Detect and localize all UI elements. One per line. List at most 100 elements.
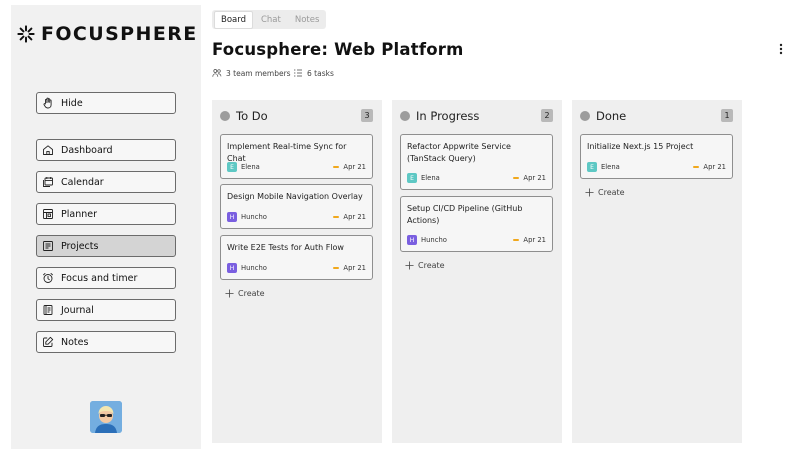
assignee-avatar: H (227, 212, 237, 222)
create-label: Create (418, 261, 445, 270)
task-footer: H Huncho Apr 21 (227, 212, 366, 222)
due-date-text: Apr 21 (523, 236, 546, 244)
due-date: Apr 21 (693, 163, 726, 171)
due-date: Apr 21 (513, 236, 546, 244)
sidebar-item-notes[interactable]: Notes (36, 331, 176, 353)
assignee-name: Huncho (421, 236, 447, 244)
task-title: Initialize Next.js 15 Project (587, 142, 694, 151)
sidebar-item-label: Planner (61, 208, 97, 220)
task-card[interactable]: Design Mobile Navigation Overlay H Hunch… (220, 184, 373, 229)
team-members-count: 3 team members (226, 68, 291, 78)
column-title: Done (596, 109, 627, 123)
column-title: To Do (236, 109, 268, 123)
assignee-avatar: H (227, 263, 237, 273)
team-icon (212, 69, 222, 77)
assignee-avatar: H (407, 235, 417, 245)
sidebar-item-focus-and-timer[interactable]: Focus and timer (36, 267, 176, 289)
task-title: Setup CI/CD Pipeline (GitHub Actions) (407, 204, 523, 225)
due-date: Apr 21 (333, 163, 366, 171)
task-title: Design Mobile Navigation Overlay (227, 192, 363, 201)
task-list-icon (294, 69, 302, 77)
hide-sidebar-button[interactable]: Hide (36, 92, 176, 114)
sidebar-item-projects[interactable]: Projects (36, 235, 176, 257)
due-date: Apr 21 (513, 174, 546, 182)
column-count-badge: 3 (361, 109, 373, 122)
task-footer: H Huncho Apr 21 (407, 235, 546, 245)
status-dot-icon (580, 111, 590, 121)
create-label: Create (598, 188, 625, 197)
planner-icon (43, 209, 53, 219)
create-task-button[interactable]: Create (585, 188, 625, 197)
assignee-avatar: E (227, 162, 237, 172)
assignee-avatar: E (407, 173, 417, 183)
task-footer: E Elena Apr 21 (407, 173, 546, 183)
status-dot-icon (400, 111, 410, 121)
team-members-info[interactable]: 3 team members (212, 68, 291, 78)
tasks-info: 6 tasks (293, 68, 334, 78)
task-footer: E Elena Apr 21 (227, 162, 366, 172)
due-date: Apr 21 (333, 264, 366, 272)
priority-dash-icon (333, 216, 340, 218)
user-avatar[interactable] (90, 401, 122, 433)
hand-icon (43, 97, 52, 109)
task-card[interactable]: Refactor Appwrite Service (TanStack Quer… (400, 134, 553, 190)
create-task-button[interactable]: Create (405, 261, 445, 270)
more-options-icon[interactable] (777, 42, 785, 56)
sidebar-item-planner[interactable]: Planner (36, 203, 176, 225)
calendar-icon (43, 177, 53, 187)
task-card[interactable]: Implement Real-time Sync for Chat E Elen… (220, 134, 373, 179)
view-tabs: Board Chat Notes (212, 10, 326, 29)
column-count-badge: 2 (541, 109, 553, 122)
column-done: Done 1 Initialize Next.js 15 Project E E… (572, 100, 742, 443)
due-date-text: Apr 21 (523, 174, 546, 182)
priority-dash-icon (333, 267, 340, 269)
due-date-text: Apr 21 (343, 163, 366, 171)
sidebar-item-label: Notes (61, 336, 89, 348)
sidebar-item-label: Journal (61, 304, 94, 316)
due-date-text: Apr 21 (343, 213, 366, 221)
column-to-do: To Do 3 Implement Real-time Sync for Cha… (212, 100, 382, 443)
plus-icon (225, 289, 234, 298)
project-title: Focusphere: Web Platform (212, 40, 464, 59)
assignee-name: Huncho (241, 264, 267, 272)
due-date-text: Apr 21 (703, 163, 726, 171)
assignee-name: Elena (241, 163, 260, 171)
tab-chat[interactable]: Chat (255, 12, 287, 28)
task-title: Write E2E Tests for Auth Flow (227, 243, 344, 252)
sidebar-item-label: Dashboard (61, 144, 113, 156)
tab-board[interactable]: Board (214, 10, 253, 29)
task-title: Refactor Appwrite Service (TanStack Quer… (407, 142, 511, 163)
sidebar: FOCUSPHERE Hide Dashboard Calendar Plann… (11, 5, 201, 449)
notes-icon (43, 336, 54, 347)
task-card[interactable]: Initialize Next.js 15 Project E Elena Ap… (580, 134, 733, 179)
assignee-name: Elena (601, 163, 620, 171)
task-card[interactable]: Setup CI/CD Pipeline (GitHub Actions) H … (400, 196, 553, 252)
priority-dash-icon (513, 177, 520, 179)
app-name: FOCUSPHERE (41, 23, 198, 45)
app-logo[interactable]: FOCUSPHERE (17, 23, 198, 45)
task-footer: E Elena Apr 21 (587, 162, 726, 172)
sidebar-item-calendar[interactable]: Calendar (36, 171, 176, 193)
alarm-clock-icon (43, 273, 53, 283)
avatar-image (90, 401, 122, 433)
sidebar-item-label: Hide (61, 97, 83, 109)
sidebar-item-label: Focus and timer (61, 272, 138, 284)
task-footer: H Huncho Apr 21 (227, 263, 366, 273)
sidebar-item-journal[interactable]: Journal (36, 299, 176, 321)
create-task-button[interactable]: Create (225, 289, 265, 298)
task-card[interactable]: Write E2E Tests for Auth Flow H Huncho A… (220, 235, 373, 280)
tasks-count: 6 tasks (307, 68, 334, 78)
due-date-text: Apr 21 (343, 264, 366, 272)
assignee-avatar: E (587, 162, 597, 172)
sidebar-item-label: Projects (61, 240, 99, 252)
priority-dash-icon (693, 166, 700, 168)
sidebar-item-label: Calendar (61, 176, 104, 188)
priority-dash-icon (333, 166, 340, 168)
tab-notes[interactable]: Notes (289, 12, 326, 28)
sidebar-item-dashboard[interactable]: Dashboard (36, 139, 176, 161)
plus-icon (585, 188, 594, 197)
logo-icon (17, 25, 35, 43)
assignee-name: Elena (421, 174, 440, 182)
assignee-name: Huncho (241, 213, 267, 221)
status-dot-icon (220, 111, 230, 121)
